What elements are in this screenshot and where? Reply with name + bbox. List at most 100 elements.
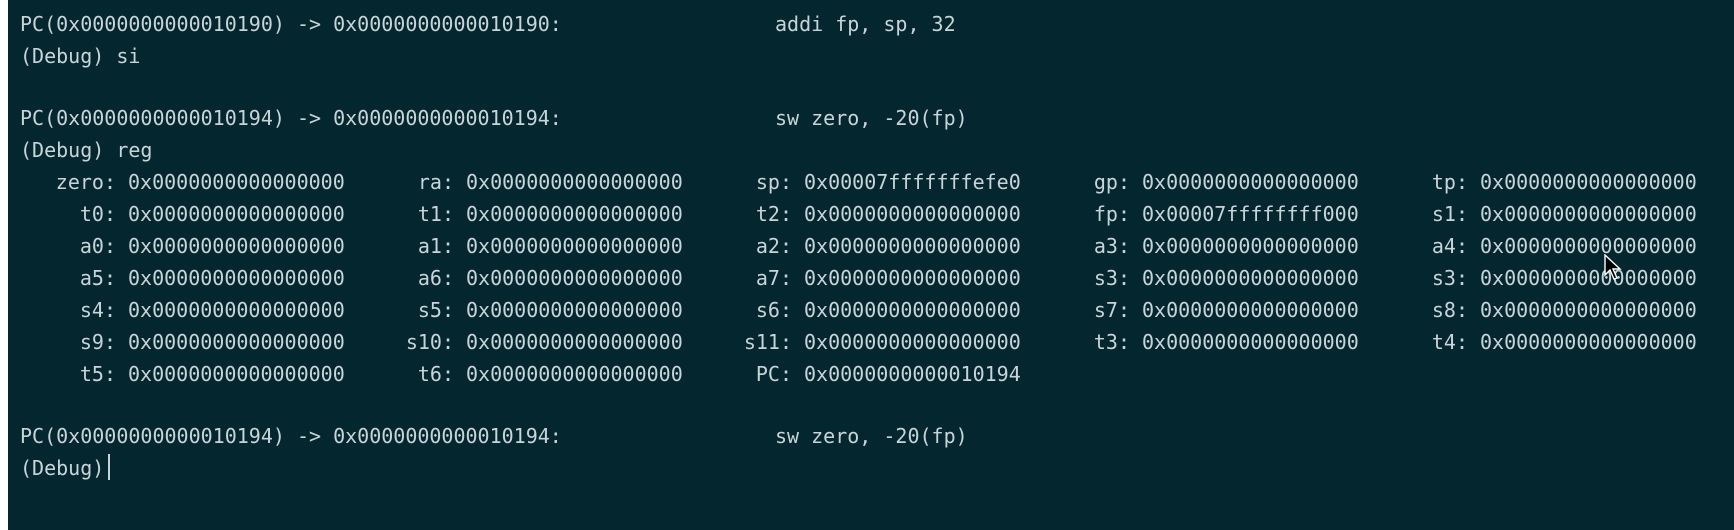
register-name: tp: (1431, 170, 1468, 194)
instruction: sw zero, -20(fp) (775, 424, 968, 448)
register-entry: fp: 0x00007ffffffff000 (1034, 198, 1372, 230)
register-name: a6: (417, 266, 454, 290)
register-entry: a5: 0x0000000000000000 (20, 262, 358, 294)
register-entry: ra: 0x0000000000000000 (358, 166, 696, 198)
register-value: 0x0000000000000000 (1480, 266, 1697, 290)
register-entry: t3: 0x0000000000000000 (1034, 326, 1372, 358)
register-name: a1: (417, 234, 454, 258)
register-entry: s7: 0x0000000000000000 (1034, 294, 1372, 326)
register-name: fp: (1093, 202, 1130, 226)
register-value: 0x0000000000000000 (1480, 234, 1697, 258)
register-name: s8: (1431, 298, 1468, 322)
register-name: s6: (755, 298, 792, 322)
register-value: 0x0000000000010194 (804, 362, 1021, 386)
pc-trace-line: PC(0x0000000000010194) -> 0x000000000001… (20, 102, 1734, 134)
register-name: s1: (1431, 202, 1468, 226)
register-name: a3: (1093, 234, 1130, 258)
register-entry: s3: 0x0000000000000000 (1034, 262, 1372, 294)
pc-trace-line: PC(0x0000000000010194) -> 0x000000000001… (20, 420, 1734, 452)
register-value: 0x00007ffffffff000 (1142, 202, 1359, 226)
register-name: zero: (55, 170, 116, 194)
register-entry: gp: 0x0000000000000000 (1034, 166, 1372, 198)
register-entry: a0: 0x0000000000000000 (20, 230, 358, 262)
register-entry: t5: 0x0000000000000000 (20, 358, 358, 390)
register-value: 0x0000000000000000 (466, 330, 683, 354)
debug-prompt-line: (Debug) reg (20, 138, 153, 162)
debug-input-line[interactable]: (Debug) (20, 452, 1734, 484)
register-entry: a6: 0x0000000000000000 (358, 262, 696, 294)
register-name: ra: (417, 170, 454, 194)
register-entry: t1: 0x0000000000000000 (358, 198, 696, 230)
register-name: s9: (79, 330, 116, 354)
instruction: addi fp, sp, 32 (775, 12, 956, 36)
register-entry: t2: 0x0000000000000000 (696, 198, 1034, 230)
register-value: 0x0000000000000000 (804, 202, 1021, 226)
register-entry: s9: 0x0000000000000000 (20, 326, 358, 358)
register-entry: s6: 0x0000000000000000 (696, 294, 1034, 326)
register-entry: t6: 0x0000000000000000 (358, 358, 696, 390)
register-name: a0: (79, 234, 116, 258)
register-entry: zero: 0x0000000000000000 (20, 166, 358, 198)
register-name: t4: (1431, 330, 1468, 354)
register-value: 0x0000000000000000 (1480, 170, 1697, 194)
register-value: 0x0000000000000000 (128, 202, 345, 226)
terminal-window[interactable]: PC(0x0000000000010190) -> 0x000000000001… (8, 0, 1734, 530)
register-entry: a4: 0x0000000000000000 (1372, 230, 1710, 262)
register-name: a4: (1431, 234, 1468, 258)
register-name: s7: (1093, 298, 1130, 322)
register-value: 0x0000000000000000 (128, 266, 345, 290)
register-name: t0: (79, 202, 116, 226)
register-entry: a2: 0x0000000000000000 (696, 230, 1034, 262)
debug-prompt: (Debug) (20, 456, 105, 480)
register-value: 0x0000000000000000 (466, 362, 683, 386)
pc-address: PC(0x0000000000010194) -> 0x000000000001… (20, 424, 562, 448)
register-value: 0x0000000000000000 (1142, 234, 1359, 258)
register-value: 0x0000000000000000 (804, 298, 1021, 322)
register-value: 0x0000000000000000 (128, 330, 345, 354)
register-name: s4: (79, 298, 116, 322)
register-value: 0x0000000000000000 (804, 234, 1021, 258)
register-name: t1: (417, 202, 454, 226)
register-value: 0x00007fffffffefe0 (804, 170, 1021, 194)
register-value: 0x0000000000000000 (128, 170, 345, 194)
register-entry: PC: 0x0000000000010194 (696, 358, 1034, 390)
register-name: t3: (1093, 330, 1130, 354)
register-name: t6: (417, 362, 454, 386)
register-entry: s10: 0x0000000000000000 (358, 326, 696, 358)
register-name: s11: (743, 330, 792, 354)
register-entry: s4: 0x0000000000000000 (20, 294, 358, 326)
register-value: 0x0000000000000000 (1480, 330, 1697, 354)
register-name: s3: (1431, 266, 1468, 290)
text-cursor (108, 454, 111, 480)
register-name: s10: (405, 330, 454, 354)
register-name: s5: (417, 298, 454, 322)
register-dump: zero: 0x0000000000000000 ra: 0x000000000000… (20, 166, 1734, 390)
register-value: 0x0000000000000000 (466, 202, 683, 226)
register-name: a5: (79, 266, 116, 290)
register-value: 0x0000000000000000 (466, 266, 683, 290)
pc-address: PC(0x0000000000010190) -> 0x000000000001… (20, 12, 562, 36)
register-name: a7: (755, 266, 792, 290)
register-entry: t4: 0x0000000000000000 (1372, 326, 1710, 358)
register-value: 0x0000000000000000 (466, 234, 683, 258)
pc-trace-line: PC(0x0000000000010190) -> 0x000000000001… (20, 8, 1734, 40)
register-entry: s3: 0x0000000000000000 (1372, 262, 1710, 294)
register-name: s3: (1093, 266, 1130, 290)
register-value: 0x0000000000000000 (1142, 266, 1359, 290)
register-value: 0x0000000000000000 (128, 298, 345, 322)
register-name: t2: (755, 202, 792, 226)
register-entry: sp: 0x00007fffffffefe0 (696, 166, 1034, 198)
register-name: PC: (755, 362, 792, 386)
register-entry: s8: 0x0000000000000000 (1372, 294, 1710, 326)
register-entry: a1: 0x0000000000000000 (358, 230, 696, 262)
register-name: gp: (1093, 170, 1130, 194)
register-value: 0x0000000000000000 (1480, 298, 1697, 322)
debug-prompt-line: (Debug) si (20, 44, 141, 68)
register-value: 0x0000000000000000 (466, 298, 683, 322)
register-value: 0x0000000000000000 (804, 330, 1021, 354)
register-value: 0x0000000000000000 (1142, 298, 1359, 322)
register-entry: s11: 0x0000000000000000 (696, 326, 1034, 358)
register-value: 0x0000000000000000 (128, 362, 345, 386)
instruction: sw zero, -20(fp) (775, 106, 968, 130)
